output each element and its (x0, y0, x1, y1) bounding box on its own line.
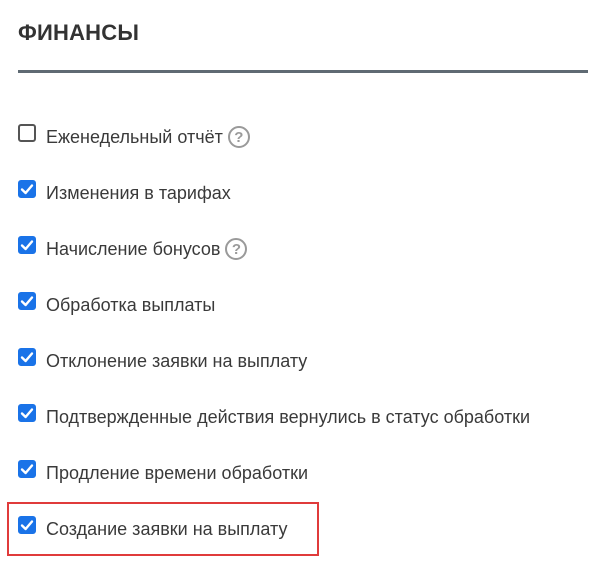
checkmark-icon (20, 296, 34, 307)
checkmark-icon (20, 240, 34, 251)
option-label: Отклонение заявки на выплату (46, 350, 308, 371)
option-processing-time-extension[interactable]: Продление времени обработки (18, 459, 308, 487)
checkbox[interactable] (18, 460, 36, 478)
option-actions-returned-to-processing[interactable]: Подтвержденные действия вернулись в стат… (18, 403, 530, 431)
option-bonus-accrual[interactable]: Начисление бонусов ? (18, 235, 248, 263)
option-payout-request-rejected[interactable]: Отклонение заявки на выплату (18, 347, 307, 375)
checkbox[interactable] (18, 236, 36, 254)
option-payout-processing[interactable]: Обработка выплаты (18, 291, 215, 319)
option-label: Продление времени обработки (46, 462, 308, 483)
checkbox[interactable] (18, 180, 36, 198)
checkmark-icon (20, 184, 34, 195)
checkmark-icon (20, 352, 34, 363)
option-label: Еженедельный отчёт (46, 126, 223, 147)
option-label: Обработка выплаты (46, 294, 216, 315)
option-label: Начисление бонусов (46, 238, 221, 259)
checkmark-icon (20, 408, 34, 419)
checkbox[interactable] (18, 404, 36, 422)
notification-options-list: Еженедельный отчёт ? Изменения в тарифах… (0, 0, 589, 575)
option-label: Изменения в тарифах (46, 182, 231, 203)
option-weekly-report[interactable]: Еженедельный отчёт ? (18, 123, 250, 151)
option-tariff-changes[interactable]: Изменения в тарифах (18, 179, 231, 207)
highlight-box (7, 502, 319, 556)
checkmark-icon (20, 464, 34, 475)
question-circle-icon[interactable]: ? (227, 126, 250, 148)
question-circle-icon[interactable]: ? (225, 238, 248, 260)
checkbox[interactable] (18, 124, 36, 142)
checkbox[interactable] (18, 292, 36, 310)
option-label: Подтвержденные действия вернулись в стат… (46, 406, 531, 427)
checkbox[interactable] (18, 348, 36, 366)
